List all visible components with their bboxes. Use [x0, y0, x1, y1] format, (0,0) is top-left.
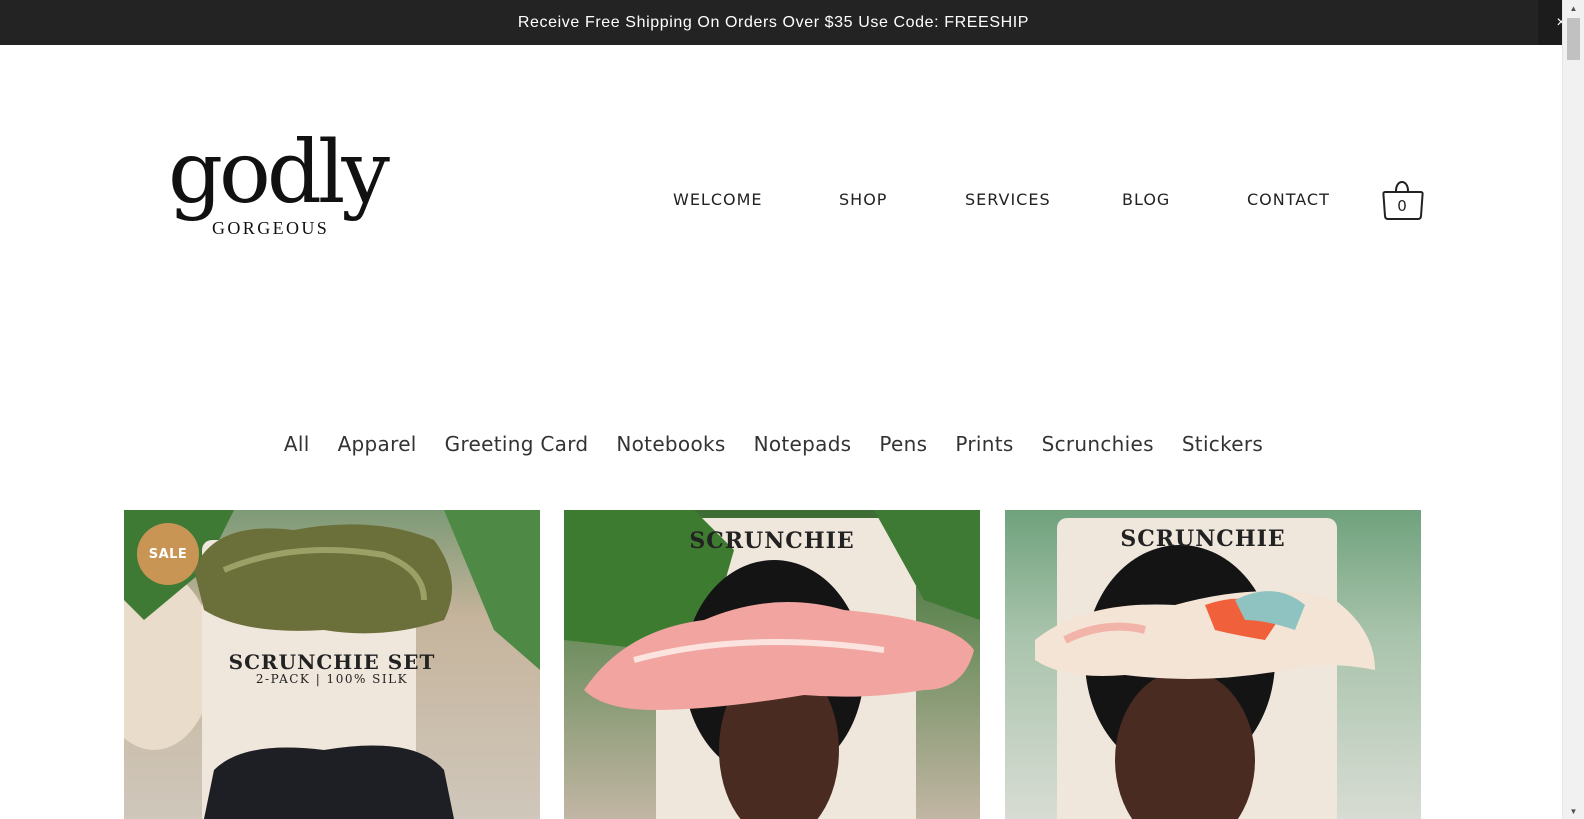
- nav-item-shop[interactable]: SHOP: [839, 190, 887, 209]
- filter-scrunchies[interactable]: Scrunchies: [1042, 432, 1154, 456]
- scroll-down-icon[interactable]: ▼: [1563, 803, 1584, 819]
- packaging-title: SCRUNCHIE: [689, 528, 855, 554]
- packaging-title: SCRUNCHIE: [1120, 526, 1286, 552]
- packaging-subtitle: 2-PACK | 100% SILK: [255, 672, 409, 686]
- nav-item-contact[interactable]: CONTACT: [1247, 190, 1330, 209]
- scrollbar-thumb[interactable]: [1567, 18, 1580, 60]
- cart-button[interactable]: 0: [1381, 175, 1425, 223]
- filter-notebooks[interactable]: Notebooks: [616, 432, 725, 456]
- product-card-pastel-scrunchie[interactable]: SCRUNCHIE: [1005, 510, 1421, 819]
- page-scrollbar[interactable]: ▲ ▼: [1562, 0, 1584, 819]
- product-image: [1035, 545, 1375, 819]
- nav-item-blog[interactable]: BLOG: [1122, 190, 1170, 209]
- filter-greeting-card[interactable]: Greeting Card: [445, 432, 589, 456]
- nav-item-welcome[interactable]: WELCOME: [673, 190, 763, 209]
- sale-badge: SALE: [137, 523, 199, 585]
- site-logo[interactable]: godly GORGEOUS: [166, 130, 396, 249]
- nav-item-services[interactable]: SERVICES: [965, 190, 1051, 209]
- scroll-up-icon[interactable]: ▲: [1563, 0, 1584, 16]
- filter-pens[interactable]: Pens: [879, 432, 927, 456]
- filter-stickers[interactable]: Stickers: [1182, 432, 1263, 456]
- filter-apparel[interactable]: Apparel: [338, 432, 417, 456]
- announcement-bar: Receive Free Shipping On Orders Over $35…: [0, 0, 1547, 45]
- logo-subtitle: GORGEOUS: [210, 218, 332, 238]
- filter-prints[interactable]: Prints: [955, 432, 1013, 456]
- product-card-scrunchie-set[interactable]: SCRUNCHIE SET 2-PACK | 100% SILK SALE: [124, 510, 540, 819]
- product-image: [564, 510, 980, 819]
- category-filters: All Apparel Greeting Card Notebooks Note…: [0, 432, 1547, 456]
- announcement-text: Receive Free Shipping On Orders Over $35…: [517, 13, 1030, 31]
- logo-wordmark: godly: [168, 123, 390, 223]
- cart-count: 0: [1397, 197, 1407, 215]
- filter-notepads[interactable]: Notepads: [754, 432, 852, 456]
- packaging-title: SCRUNCHIE SET: [228, 650, 436, 674]
- product-card-pink-scrunchie[interactable]: SCRUNCHIE: [564, 510, 980, 819]
- filter-all[interactable]: All: [284, 432, 310, 456]
